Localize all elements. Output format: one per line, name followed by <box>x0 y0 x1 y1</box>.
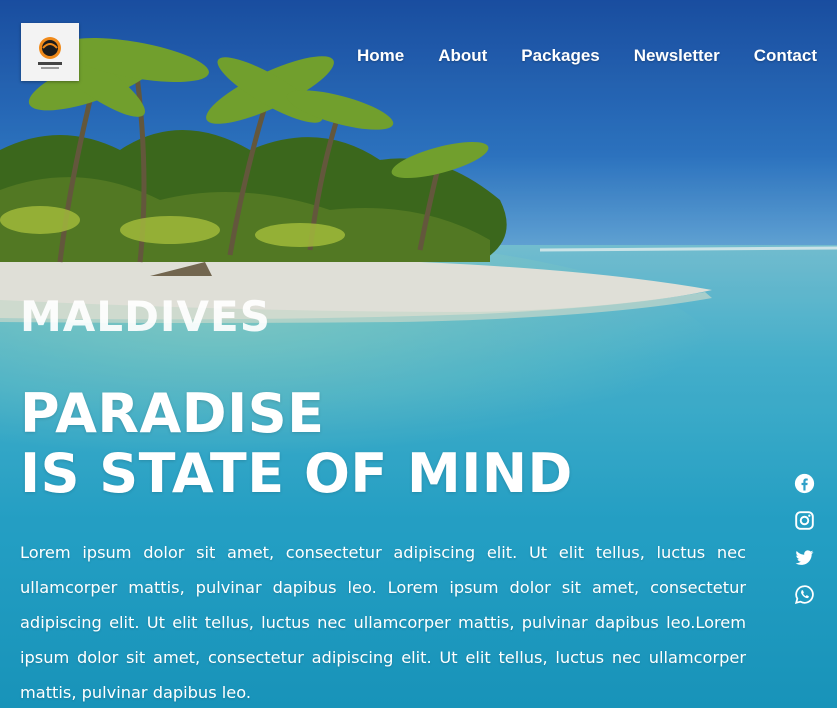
hero-description: Lorem ipsum dolor sit amet, consectetur … <box>20 543 746 702</box>
whatsapp-icon <box>794 585 814 605</box>
nav-contact[interactable]: Contact <box>754 46 817 66</box>
whatsapp-link[interactable] <box>794 584 815 605</box>
facebook-icon <box>794 473 815 494</box>
hero-title-line2: IS STATE OF MIND <box>20 442 573 505</box>
site-logo[interactable] <box>21 23 79 81</box>
hero-kicker: MALDIVES <box>20 292 271 334</box>
hero-title-line1: PARADISE <box>20 382 325 445</box>
hero-title: PARADISE IS STATE OF MIND <box>20 384 573 504</box>
social-links <box>794 473 815 605</box>
nav-about[interactable]: About <box>438 46 487 66</box>
facebook-link[interactable] <box>794 473 815 494</box>
nav-packages[interactable]: Packages <box>521 46 599 66</box>
twitter-link[interactable] <box>794 547 815 568</box>
twitter-icon <box>795 550 814 565</box>
hero-section: Home About Packages Newsletter Contact M… <box>0 0 837 708</box>
nav-newsletter[interactable]: Newsletter <box>634 46 720 66</box>
globe-logo-icon <box>38 37 62 69</box>
nav-home[interactable]: Home <box>357 46 404 66</box>
instagram-link[interactable] <box>794 510 815 531</box>
main-nav: Home About Packages Newsletter Contact <box>357 46 817 66</box>
instagram-icon <box>795 511 814 530</box>
